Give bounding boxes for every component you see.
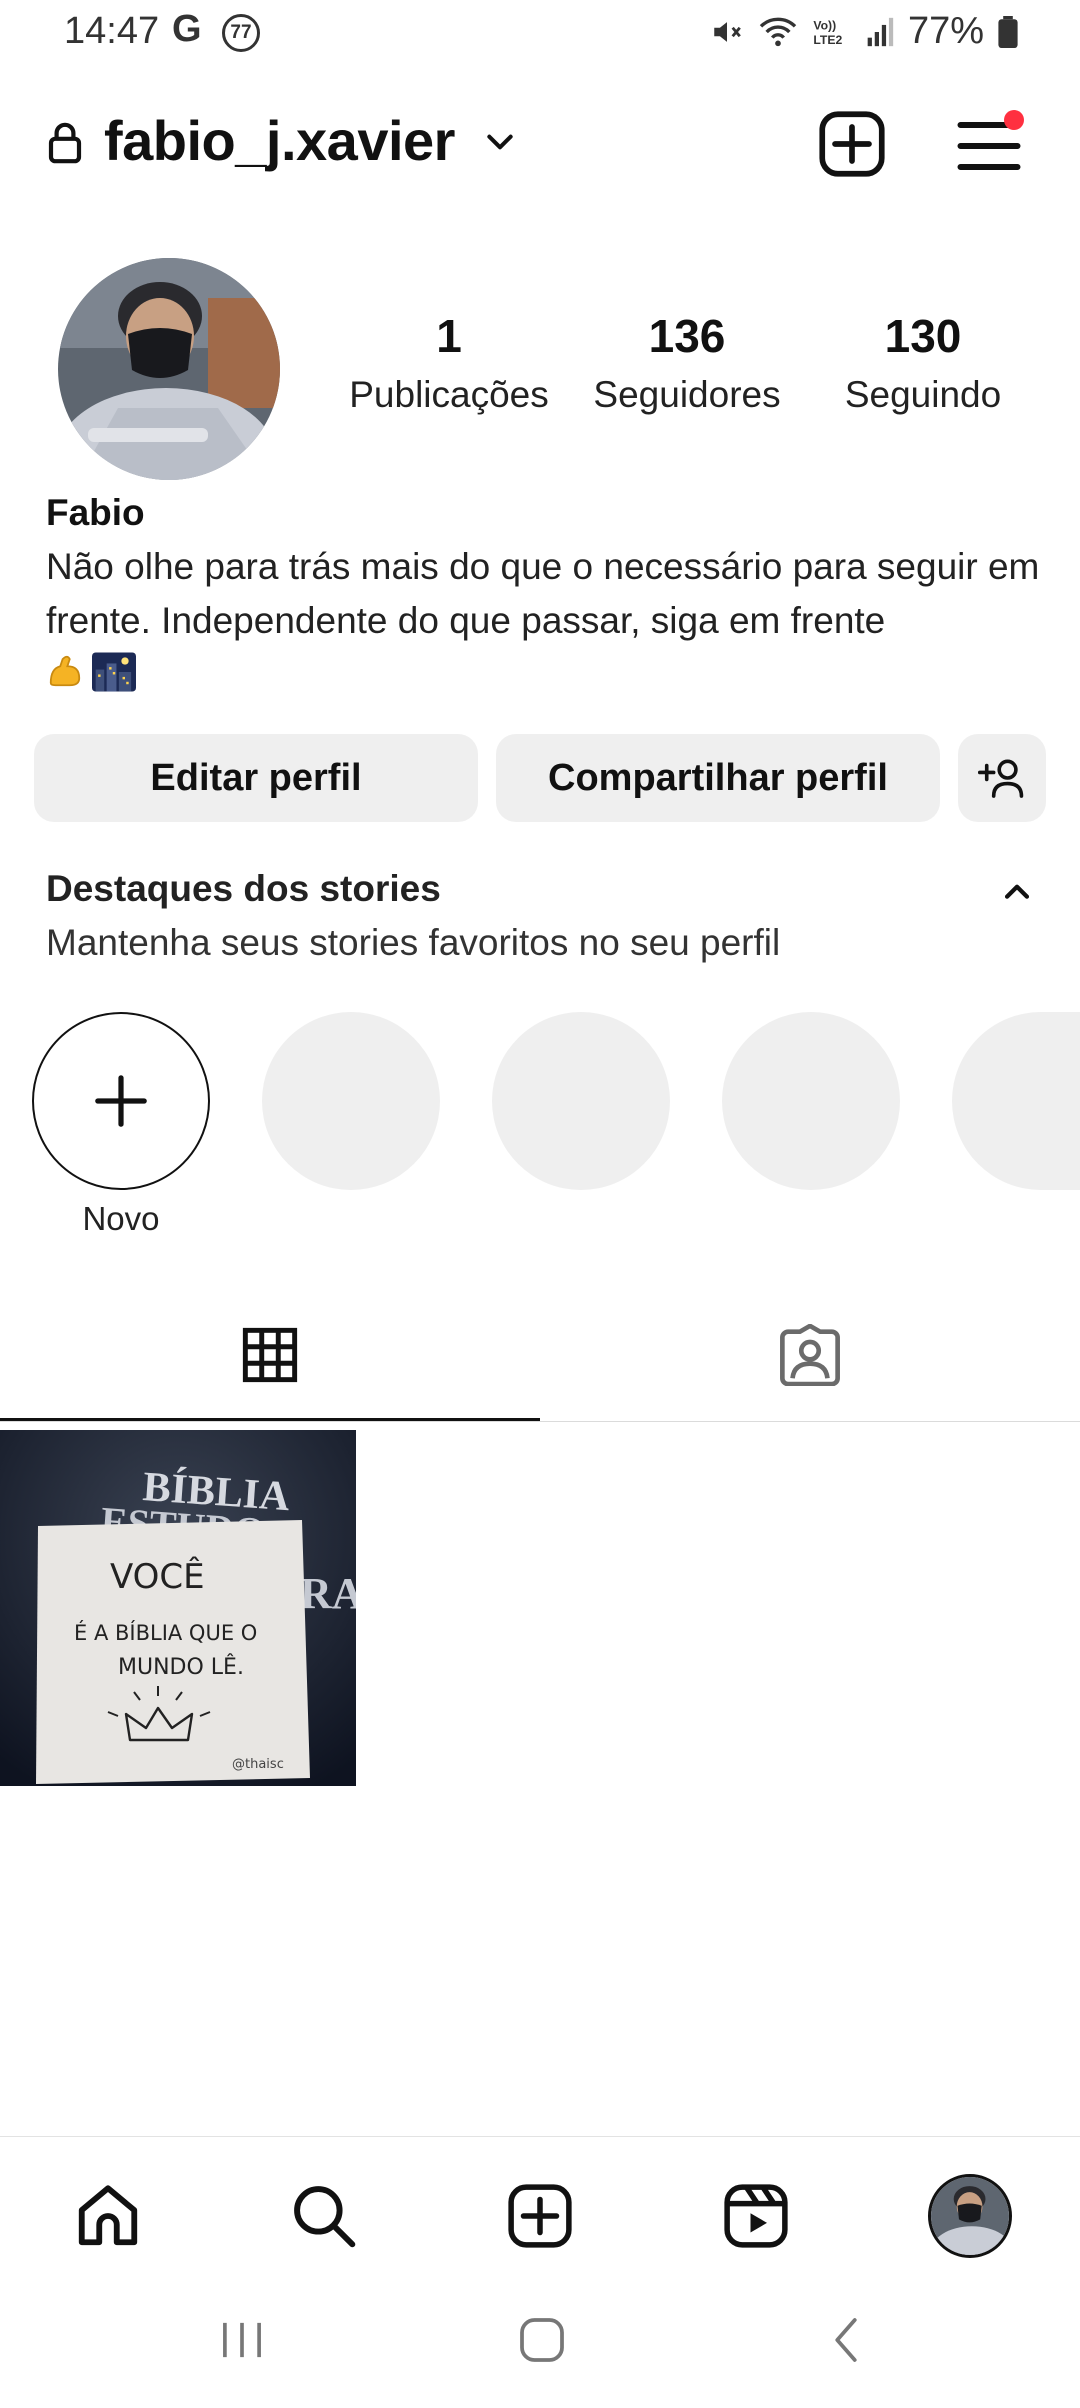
google-icon: G (172, 8, 202, 50)
nav-home[interactable] (58, 2166, 158, 2266)
grid-icon (242, 1327, 298, 1383)
stat-value: 130 (884, 310, 962, 362)
chevron-down-icon[interactable] (484, 126, 516, 158)
lte-icon: Vo))LTE2 (813, 18, 842, 47)
highlight-placeholder (262, 1012, 440, 1190)
post-thumbnail[interactable]: BÍBLIA ESTUDO RA VOCÊ É A BÍBLIA QUE O M… (0, 1430, 356, 1786)
reels-icon (724, 2184, 788, 2248)
wifi-icon (759, 17, 797, 46)
stat-label: Seguindo (844, 374, 1002, 415)
nav-create[interactable] (490, 2166, 590, 2266)
new-post-button[interactable] (818, 110, 886, 178)
plus-icon (95, 1075, 147, 1127)
highlight-placeholder (722, 1012, 900, 1190)
discover-people-button[interactable] (958, 734, 1046, 822)
stat-value: 1 (436, 310, 462, 362)
night-city-icon (92, 652, 136, 692)
bio-emojis (46, 652, 136, 692)
battery-icon (998, 15, 1018, 48)
tagged-person-icon (780, 1324, 840, 1386)
book-cover-side-text: RA (300, 1569, 356, 1618)
mute-icon (714, 21, 741, 42)
note-signature: @thaisc (232, 1757, 284, 1772)
stat-following[interactable]: 130 Seguindo (803, 308, 1043, 420)
note-line-2: É A BÍBLIA QUE O (74, 1620, 257, 1645)
new-highlight-button[interactable] (32, 1012, 210, 1190)
search-icon (294, 2186, 356, 2248)
note-line-3: MUNDO LÊ. (118, 1654, 244, 1680)
notification-dot (1004, 110, 1024, 130)
lock-icon (48, 122, 82, 164)
profile-avatar[interactable] (58, 258, 280, 480)
nav-search[interactable] (274, 2166, 374, 2266)
stat-followers[interactable]: 136 Seguidores (567, 308, 807, 420)
svg-text:LTE2: LTE2 (813, 33, 842, 47)
notification-count-badge: 77 (222, 14, 260, 52)
stat-label: Publicações (349, 374, 549, 415)
edit-profile-button[interactable]: Editar perfil (34, 734, 478, 822)
note-line-1: VOCÊ (110, 1556, 205, 1597)
system-recents-button[interactable] (182, 2310, 302, 2370)
chevron-up-icon[interactable] (1000, 874, 1034, 908)
status-time: 14:47 (64, 10, 160, 52)
nav-profile-avatar (928, 2174, 1012, 2258)
home-square-icon (520, 2318, 564, 2362)
flexed-biceps-icon (49, 655, 81, 687)
recents-icon (223, 2322, 261, 2358)
tab-divider (0, 1421, 1080, 1422)
highlights-subtitle: Mantenha seus stories favoritos no seu p… (46, 922, 781, 963)
account-switcher-username[interactable]: fabio_j.xavier (104, 108, 455, 173)
tab-posts-grid[interactable] (0, 1290, 540, 1420)
system-back-button[interactable] (786, 2310, 906, 2370)
home-icon (78, 2185, 138, 2246)
profile-name: Fabio (46, 492, 145, 533)
stat-label: Seguidores (593, 374, 781, 415)
status-icons: Vo)) LTE2 77% (710, 10, 1018, 53)
stat-posts[interactable]: 1 Publicações (329, 308, 569, 420)
nav-profile[interactable] (920, 2166, 1020, 2266)
nav-reels[interactable] (706, 2166, 806, 2266)
tab-tagged[interactable] (540, 1290, 1080, 1420)
back-icon (835, 2318, 857, 2362)
stat-value: 136 (648, 310, 726, 362)
add-person-icon (977, 759, 1024, 798)
signal-icon (867, 17, 894, 46)
plus-square-icon (508, 2184, 572, 2248)
profile-header: fabio_j.xavier (0, 96, 1080, 192)
svg-text:Vo)): Vo)) (813, 18, 836, 32)
status-bar: 14:47 G 77 Vo)) LTE2 77% (0, 0, 1080, 64)
profile-bio: Não olhe para trás mais do que o necessá… (46, 546, 1040, 641)
highlight-placeholder (492, 1012, 670, 1190)
share-profile-button[interactable]: Compartilhar perfil (496, 734, 940, 822)
highlight-placeholder (952, 1012, 1080, 1190)
highlights-title: Destaques dos stories (46, 868, 441, 909)
bottom-nav-divider (0, 2136, 1080, 2137)
system-home-button[interactable] (482, 2310, 602, 2370)
new-highlight-label: Novo (82, 1200, 160, 1237)
battery-percent: 77% (907, 10, 984, 52)
